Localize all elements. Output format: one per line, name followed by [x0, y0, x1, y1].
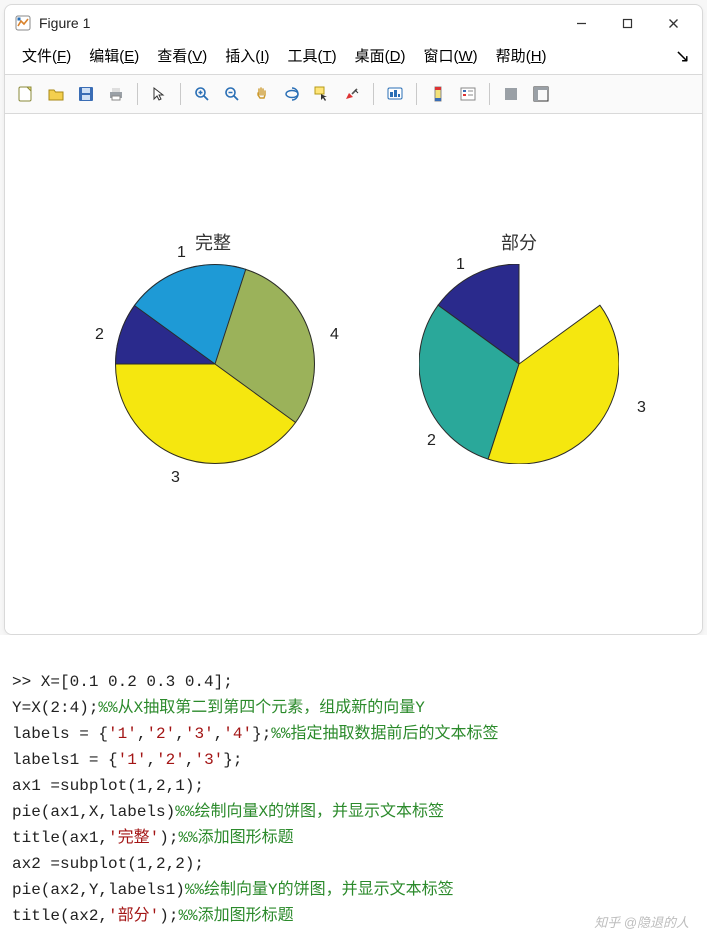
- code-line: Y=X(2:4);%%从X抽取第二到第四个元素，组成新的向量Y: [12, 699, 425, 717]
- minimize-button[interactable]: [558, 7, 604, 39]
- toolbar-separator: [373, 83, 374, 105]
- zoom-in-button[interactable]: [188, 80, 216, 108]
- pan-button[interactable]: [248, 80, 276, 108]
- menu-help[interactable]: 帮助(H): [487, 43, 556, 68]
- link-data-button[interactable]: [381, 80, 409, 108]
- code-line: labels = {'1','2','3','4'};%%指定抽取数据前后的文本…: [12, 725, 499, 743]
- chart-title: 部分: [501, 229, 537, 255]
- data-cursor-button[interactable]: [308, 80, 336, 108]
- menu-tools[interactable]: 工具(T): [278, 43, 345, 68]
- toolbar-separator: [489, 83, 490, 105]
- slice-label: 3: [637, 399, 646, 417]
- code-line: ax2 =subplot(1,2,2);: [12, 855, 204, 873]
- toolbar-separator: [137, 83, 138, 105]
- menu-insert[interactable]: 插入(I): [216, 43, 278, 68]
- close-button[interactable]: [650, 7, 696, 39]
- open-button[interactable]: [42, 80, 70, 108]
- rotate3d-button[interactable]: [278, 80, 306, 108]
- figure-window: Figure 1 文件(F) 编辑(E) 查看(V) 插入(I) 工具(T) 桌…: [4, 4, 703, 635]
- slice-label: 1: [456, 256, 465, 274]
- save-button[interactable]: [72, 80, 100, 108]
- insert-colorbar-button[interactable]: [424, 80, 452, 108]
- brush-button[interactable]: [338, 80, 366, 108]
- insert-legend-button[interactable]: [454, 80, 482, 108]
- app-icon: [15, 15, 31, 31]
- code-line: >> X=[0.1 0.2 0.3 0.4];: [12, 673, 233, 691]
- zoom-out-button[interactable]: [218, 80, 246, 108]
- pie-chart-full: 完整 1 2 3 4: [115, 264, 315, 464]
- toolbar: [5, 74, 702, 114]
- menu-desktop[interactable]: 桌面(D): [346, 43, 415, 68]
- code-line: title(ax2,'部分');%%添加图形标题: [12, 907, 294, 925]
- menu-edit[interactable]: 编辑(E): [80, 43, 148, 68]
- toolbar-separator: [180, 83, 181, 105]
- show-plot-tools-button[interactable]: [527, 80, 555, 108]
- menu-window[interactable]: 窗口(W): [414, 43, 486, 68]
- pie-body[interactable]: [419, 264, 619, 464]
- pointer-button[interactable]: [145, 80, 173, 108]
- slice-label: 3: [171, 469, 180, 487]
- slice-label: 2: [95, 326, 104, 344]
- command-window[interactable]: >> X=[0.1 0.2 0.3 0.4]; Y=X(2:4);%%从X抽取第…: [0, 635, 707, 941]
- hide-plot-tools-button[interactable]: [497, 80, 525, 108]
- slice-label: 2: [427, 432, 436, 450]
- titlebar: Figure 1: [5, 5, 702, 41]
- menubar: 文件(F) 编辑(E) 查看(V) 插入(I) 工具(T) 桌面(D) 窗口(W…: [5, 41, 702, 74]
- window-title: Figure 1: [39, 15, 90, 31]
- print-button[interactable]: [102, 80, 130, 108]
- code-line: pie(ax1,X,labels)%%绘制向量X的饼图，并显示文本标签: [12, 803, 444, 821]
- chart-title: 完整: [195, 229, 231, 255]
- slice-label: 4: [330, 326, 339, 344]
- menu-file[interactable]: 文件(F): [13, 43, 80, 68]
- pie-body[interactable]: [115, 264, 315, 464]
- menu-view[interactable]: 查看(V): [148, 43, 216, 68]
- new-figure-button[interactable]: [12, 80, 40, 108]
- toolbar-overflow-icon[interactable]: ↘: [675, 47, 694, 65]
- code-line: labels1 = {'1','2','3'};: [12, 751, 242, 769]
- slice-label: 1: [177, 244, 186, 262]
- code-line: title(ax1,'完整');%%添加图形标题: [12, 829, 294, 847]
- figure-canvas: 完整 1 2 3 4 部分: [5, 114, 702, 634]
- maximize-button[interactable]: [604, 7, 650, 39]
- code-line: ax1 =subplot(1,2,1);: [12, 777, 204, 795]
- toolbar-separator: [416, 83, 417, 105]
- code-line: pie(ax2,Y,labels1)%%绘制向量Y的饼图，并显示文本标签: [12, 881, 454, 899]
- pie-chart-partial: 部分 1 2 3: [419, 264, 619, 464]
